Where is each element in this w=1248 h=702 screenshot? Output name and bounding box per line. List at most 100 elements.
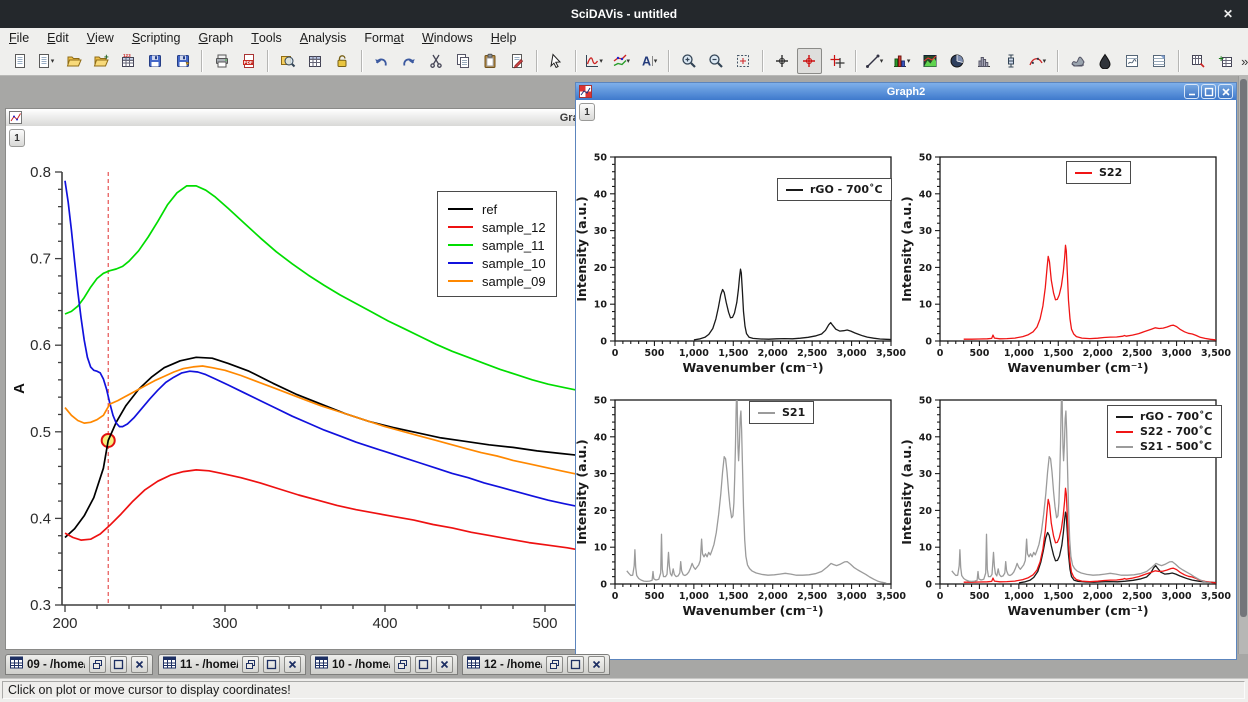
legend-entry: ref: [448, 200, 546, 218]
lock-toolbars-icon[interactable]: [330, 48, 355, 74]
maximize-icon[interactable]: [567, 656, 584, 673]
graph1-layer-button[interactable]: 1: [9, 129, 25, 147]
menu-edit[interactable]: Edit: [38, 28, 78, 47]
legend-line-sample: [448, 244, 473, 246]
legend-line-sample: [448, 208, 473, 210]
draw-line-icon[interactable]: ▾: [863, 48, 888, 74]
legend-label: ref: [482, 202, 497, 217]
raman-legend-top-left[interactable]: rGO - 700˚C: [777, 178, 892, 201]
maximize-icon[interactable]: [263, 656, 280, 673]
show-table-icon[interactable]: [303, 48, 328, 74]
edit-notes-icon[interactable]: [505, 48, 530, 74]
data-reader-icon[interactable]: [797, 48, 822, 74]
plot-box-icon[interactable]: [999, 48, 1024, 74]
plot3d-surface-icon[interactable]: [1065, 48, 1090, 74]
pointer-icon[interactable]: [544, 48, 569, 74]
cut-icon[interactable]: [423, 48, 448, 74]
scrollbar-thumb[interactable]: [1240, 79, 1247, 617]
raman-legend-top-right[interactable]: S22: [1066, 161, 1131, 184]
taskbar-tab-2[interactable]: 11 - /home/...: [158, 654, 306, 675]
select-data-range-icon[interactable]: [824, 48, 849, 74]
legend-line-sample: [448, 280, 473, 282]
plot-columns-icon[interactable]: ▾: [890, 48, 915, 74]
taskbar-tab-label: 12 - /home/...: [484, 659, 542, 671]
paste-icon[interactable]: [477, 48, 502, 74]
toolbar-overflow-icon[interactable]: »: [1241, 54, 1248, 69]
raman-legend-bottom-right[interactable]: rGO - 700˚CS22 - 700˚CS21 - 500˚C: [1107, 405, 1222, 458]
svg-text:3,500: 3,500: [876, 348, 906, 359]
close-icon[interactable]: [1218, 84, 1233, 99]
plot3d-contour-icon[interactable]: [1147, 48, 1172, 74]
menu-view[interactable]: View: [78, 28, 123, 47]
menu-format[interactable]: Format: [355, 28, 413, 47]
taskbar-tab-label: 09 - /home/...: [27, 659, 85, 671]
graph2-titlebar[interactable]: Graph2: [576, 83, 1236, 101]
close-icon[interactable]: ✕: [1220, 6, 1236, 22]
restore-icon[interactable]: [394, 656, 411, 673]
open-template-icon[interactable]: +: [88, 48, 113, 74]
plot-pie-icon[interactable]: [945, 48, 970, 74]
plot3d-matrix-icon[interactable]: [1120, 48, 1145, 74]
new-project-icon[interactable]: [7, 48, 32, 74]
window-graph2[interactable]: Graph2 1 05001,0001,5002,0002,5003,0003,…: [575, 82, 1237, 660]
raman-legend-bottom-left[interactable]: S21: [749, 401, 814, 424]
add-column-icon[interactable]: +: [1213, 48, 1238, 74]
zoom-out-icon[interactable]: [703, 48, 728, 74]
menu-graph[interactable]: Graph: [189, 28, 242, 47]
graph2-layer-button[interactable]: 1: [579, 103, 595, 121]
import-ascii-icon[interactable]: 123: [116, 48, 141, 74]
add-curve-icon[interactable]: ▾: [583, 48, 608, 74]
curve-style-icon[interactable]: ▾: [610, 48, 635, 74]
taskbar-tab-1[interactable]: 09 - /home/...: [5, 654, 153, 675]
menu-help[interactable]: Help: [482, 28, 526, 47]
svg-text:300: 300: [212, 615, 237, 632]
maximize-icon[interactable]: [110, 656, 127, 673]
screen-reader-icon[interactable]: [770, 48, 795, 74]
fit-curve-icon[interactable]: ▾: [1026, 48, 1051, 74]
minimize-icon[interactable]: [1184, 84, 1199, 99]
menu-file[interactable]: File: [0, 28, 38, 47]
redo-icon[interactable]: [396, 48, 421, 74]
close-icon[interactable]: [436, 656, 453, 673]
toolbar-separator: [855, 50, 857, 72]
save-project-icon[interactable]: [143, 48, 168, 74]
plot-histogram-icon[interactable]: [972, 48, 997, 74]
close-icon[interactable]: [284, 656, 301, 673]
undo-icon[interactable]: [369, 48, 394, 74]
taskbar-tab-3[interactable]: 10 - /home/...: [310, 654, 458, 675]
legend-entry: S21 - 500˚C: [1116, 439, 1213, 454]
main-titlebar[interactable]: SciDAVis - untitled ✕: [0, 0, 1248, 28]
close-icon[interactable]: [588, 656, 605, 673]
raman-plots[interactable]: 05001,0001,5002,0002,5003,0003,500010203…: [576, 100, 1236, 659]
save-template-icon[interactable]: [170, 48, 195, 74]
workspace-scrollbar[interactable]: [1238, 76, 1248, 654]
copy-icon[interactable]: [450, 48, 475, 74]
graph1-legend[interactable]: refsample_12sample_11sample_10sample_09: [437, 191, 557, 297]
project-explorer-icon[interactable]: [275, 48, 300, 74]
export-pdf-icon[interactable]: PDF: [236, 48, 261, 74]
toolbar-separator: [361, 50, 363, 72]
menu-analysis[interactable]: Analysis: [291, 28, 356, 47]
attach-table-icon[interactable]: [1186, 48, 1211, 74]
print-icon[interactable]: [209, 48, 234, 74]
svg-text:0: 0: [600, 580, 607, 591]
restore-icon[interactable]: [546, 656, 563, 673]
close-icon[interactable]: [131, 656, 148, 673]
svg-text:0.3: 0.3: [30, 597, 51, 614]
taskbar-tab-4[interactable]: 12 - /home/...: [462, 654, 610, 675]
menu-scripting[interactable]: Scripting: [123, 28, 190, 47]
svg-text:PDF: PDF: [244, 60, 253, 65]
open-project-icon[interactable]: [61, 48, 86, 74]
restore-icon[interactable]: [242, 656, 259, 673]
plot-area-icon[interactable]: [917, 48, 942, 74]
menu-tools[interactable]: Tools: [242, 28, 291, 47]
maximize-icon[interactable]: [1201, 84, 1216, 99]
add-text-icon[interactable]: A▾: [637, 48, 662, 74]
maximize-icon[interactable]: [415, 656, 432, 673]
zoom-in-icon[interactable]: [676, 48, 701, 74]
menu-windows[interactable]: Windows: [413, 28, 482, 47]
rescale-to-show-all-icon[interactable]: [731, 48, 756, 74]
new-window-icon[interactable]: ▾: [34, 48, 59, 74]
restore-icon[interactable]: [89, 656, 106, 673]
plot3d-ribbon-icon[interactable]: [1092, 48, 1117, 74]
